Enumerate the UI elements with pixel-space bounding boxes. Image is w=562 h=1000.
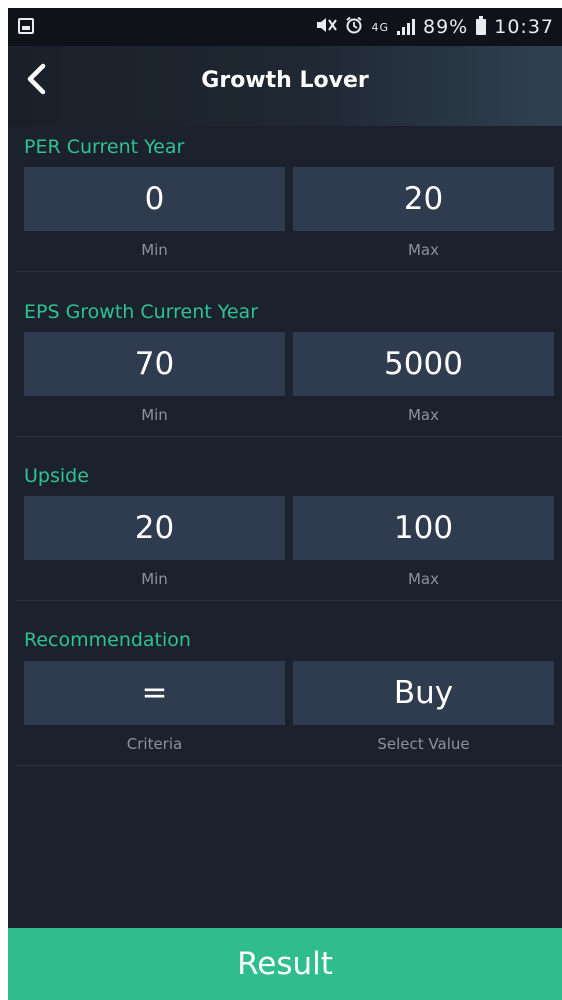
app-header: Growth Lover (8, 46, 562, 126)
result-button[interactable]: Result (8, 928, 562, 1000)
clock: 10:37 (494, 16, 554, 38)
upside-min-field[interactable]: 20 (24, 496, 285, 560)
select-value-caption: Select Value (377, 735, 470, 753)
recommendation-value-selector[interactable]: Buy (293, 661, 554, 725)
min-caption: Min (141, 570, 168, 588)
eps-min-field[interactable]: 70 (24, 332, 285, 396)
page-title: Growth Lover (201, 68, 369, 93)
per-min-field[interactable]: 0 (24, 167, 285, 231)
divider (16, 271, 562, 272)
criteria-caption: Criteria (126, 735, 183, 753)
section-label: EPS Growth Current Year (24, 301, 259, 323)
network-type: 4G (371, 20, 389, 34)
max-caption: Max (407, 570, 439, 588)
divider (16, 765, 562, 766)
per-max-field[interactable]: 20 (293, 167, 554, 231)
min-caption: Min (141, 406, 168, 424)
section-label: Recommendation (24, 629, 191, 651)
section-label: PER Current Year (24, 136, 185, 158)
section-label: Upside (24, 465, 89, 487)
alarm-icon (345, 16, 363, 38)
divider (16, 436, 562, 437)
status-icons: 4G 89% 10:37 (315, 14, 554, 40)
criteria-selector[interactable]: = (24, 661, 285, 725)
max-caption: Max (407, 241, 439, 259)
gallery-icon (18, 18, 34, 34)
app-screen: 4G 89% 10:37 Growth Lover PER Current Ye… (8, 8, 562, 1000)
min-caption: Min (141, 241, 168, 259)
battery-percent: 89% (423, 16, 469, 38)
mute-icon (315, 16, 338, 38)
max-caption: Max (407, 406, 439, 424)
eps-max-field[interactable]: 5000 (293, 332, 554, 396)
signal-icon (397, 19, 415, 35)
divider (16, 600, 562, 601)
status-bar: 4G 89% 10:37 (8, 8, 562, 46)
battery-icon (476, 16, 487, 35)
upside-max-field[interactable]: 100 (293, 496, 554, 560)
